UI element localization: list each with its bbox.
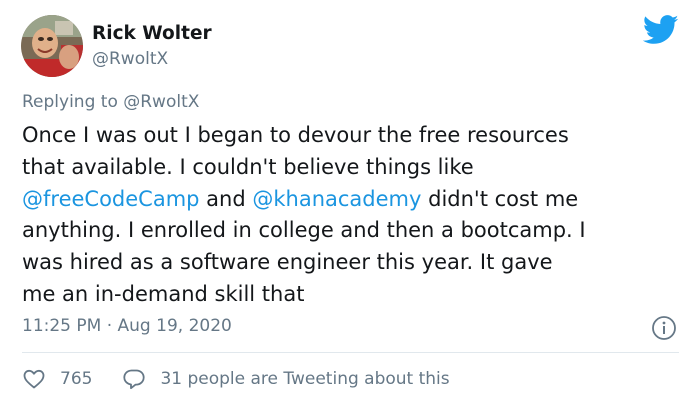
tweet-text-line: Once I was out I began to devour the fre…: [22, 120, 682, 152]
tweet-actions: 765 31 people are Tweeting about this: [22, 365, 450, 393]
replying-to-prefix: Replying to: [22, 92, 118, 112]
divider: [22, 352, 679, 353]
tweet-timestamp[interactable]: 11:25 PM · Aug 19, 2020: [22, 315, 232, 337]
avatar[interactable]: [21, 15, 83, 77]
author-handle[interactable]: @RwoltX: [92, 48, 168, 70]
tweet-text-line: @freeCodeCamp and @khanacademy didn't co…: [22, 184, 682, 216]
replying-to: Replying to @RwoltX: [22, 91, 199, 113]
tweet-text: Once I was out I began to devour the fre…: [22, 120, 682, 311]
tweet-text-segment: that available. I couldn't believe thing…: [22, 154, 474, 179]
tweet-text-line: me an in-demand skill that: [22, 279, 682, 311]
tweet-text-segment: anything. I enrolled in college and then…: [22, 218, 586, 243]
heart-icon[interactable]: [22, 367, 46, 391]
conversation-count[interactable]: 31 people are Tweeting about this: [160, 369, 449, 389]
tweet-text-segment: didn't cost me: [421, 186, 579, 211]
twitter-bird-icon[interactable]: [643, 15, 679, 45]
tweet-text-line: was hired as a software engineer this ye…: [22, 247, 682, 279]
mention-link[interactable]: @khanacademy: [252, 187, 421, 211]
tweet-text-segment: was hired as a software engineer this ye…: [22, 250, 553, 275]
mention-link[interactable]: @freeCodeCamp: [22, 187, 200, 211]
like-count[interactable]: 765: [60, 369, 92, 389]
tweet-text-line: anything. I enrolled in college and then…: [22, 215, 682, 247]
tweet-text-segment: Once I was out I began to devour the fre…: [22, 123, 569, 147]
author-display-name[interactable]: Rick Wolter: [92, 22, 212, 46]
reply-bubble-icon[interactable]: [122, 367, 146, 391]
tweet-text-line: that available. I couldn't believe thing…: [22, 152, 682, 184]
info-icon[interactable]: [651, 315, 677, 341]
tweet-text-segment: me an in-demand skill that: [22, 281, 305, 306]
tweet-text-segment: and: [199, 186, 253, 211]
replying-to-mention[interactable]: @RwoltX: [123, 92, 199, 112]
